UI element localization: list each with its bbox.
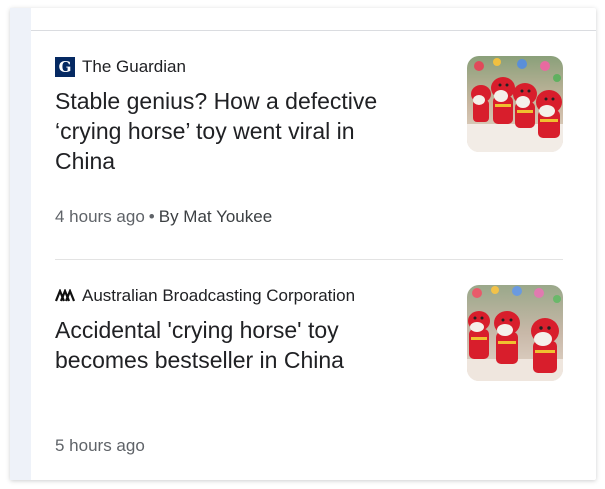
article-meta: 4 hours ago • By Mat Youkee (55, 207, 272, 227)
article-thumbnail[interactable] (467, 285, 563, 381)
article-headline[interactable]: Accidental 'crying horse' toy becomes be… (55, 315, 415, 375)
meta-separator: • (148, 207, 155, 226)
abc-logo-icon (55, 286, 75, 306)
article-time: 5 hours ago (55, 436, 145, 455)
source-name: Australian Broadcasting Corporation (82, 286, 356, 305)
crying-horse-toys-photo (467, 285, 563, 381)
crying-horse-toys-photo (467, 56, 563, 152)
article-divider (55, 259, 563, 260)
article-meta: 5 hours ago (55, 436, 145, 456)
article-thumbnail[interactable] (467, 56, 563, 152)
source-name: The Guardian (82, 57, 186, 76)
top-divider (31, 30, 596, 31)
article-byline: By Mat Youkee (158, 207, 273, 226)
news-results-page: G The Guardian Stable genius? How a defe… (0, 0, 605, 489)
card-left-strip (10, 8, 31, 480)
article-time: 4 hours ago (55, 207, 145, 226)
article-headline[interactable]: Stable genius? How a defective ‘crying h… (55, 86, 415, 176)
guardian-logo-icon: G (55, 57, 75, 77)
